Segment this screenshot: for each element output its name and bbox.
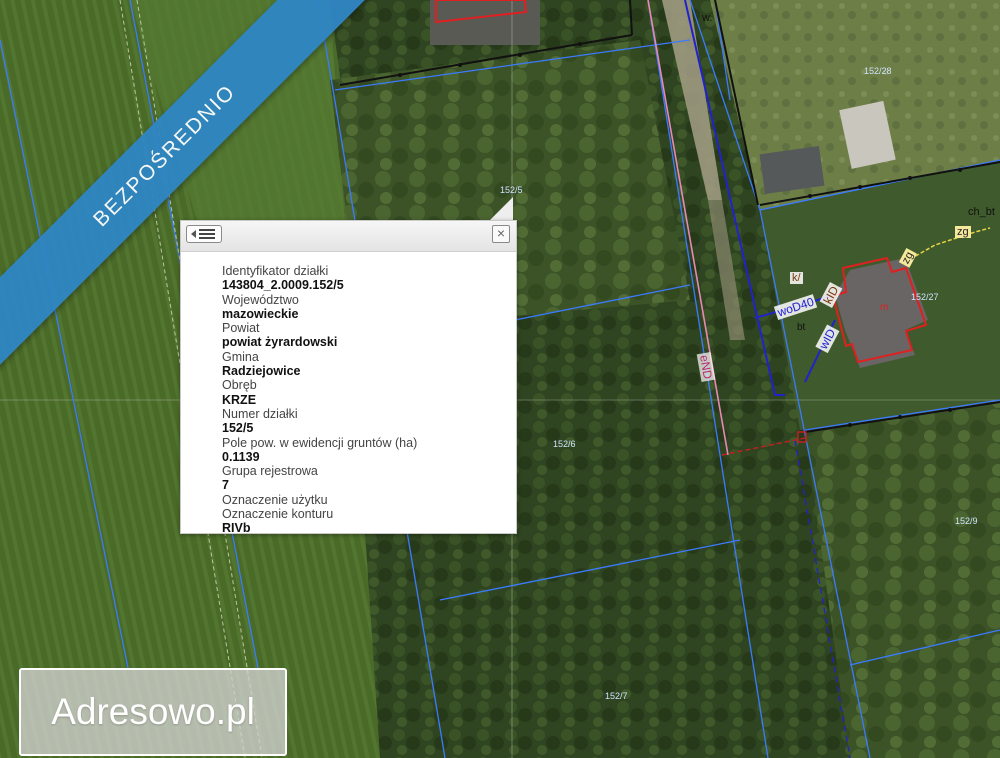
popup-body: Identyfikator działki 143804_2.0009.152/… <box>181 252 516 534</box>
parcel-label: 152/7 <box>605 691 628 701</box>
field-value: Radziejowice <box>222 364 301 379</box>
utility-label-ch-bt: ch_bt <box>968 206 995 218</box>
parcel-label: 152/6 <box>553 439 576 449</box>
field-value: 7 <box>222 478 229 493</box>
utility-label-zg: zg <box>955 226 971 238</box>
utility-label-bt: bt <box>797 322 806 333</box>
utility-label-kv: k/ <box>790 272 803 284</box>
field-label: Pole pow. w ewidencji gruntów (ha) <box>222 435 418 450</box>
field-value: 152/5 <box>222 421 254 436</box>
field-label: Gmina <box>222 349 259 364</box>
close-icon: × <box>496 225 506 241</box>
field-label: Obręb <box>222 378 257 393</box>
building-label-m: m <box>880 302 889 313</box>
popup-close-button[interactable]: × <box>492 225 510 243</box>
field-value: powiat żyrardowski <box>222 335 338 350</box>
field-value: mazowieckie <box>222 306 299 321</box>
popup-header: × <box>181 221 516 252</box>
field-label: Identyfikator działki <box>222 264 329 278</box>
parcel-label: 152/9 <box>955 516 978 526</box>
field-label: Numer działki <box>222 406 298 421</box>
field-value: RIVb <box>222 521 251 534</box>
field-label: Grupa rejestrowa <box>222 464 318 479</box>
popup-menu-button[interactable] <box>186 225 222 243</box>
brand-watermark[interactable]: Adresowo.pl <box>19 668 287 756</box>
parcel-label: 152/27 <box>911 292 939 302</box>
field-label: Powiat <box>222 321 260 336</box>
field-label: Oznaczenie konturu <box>222 507 334 522</box>
list-icon <box>199 229 215 239</box>
field-value: KRZE <box>222 392 257 407</box>
field-value: 143804_2.0009.152/5 <box>222 278 344 293</box>
parcel-label: 152/28 <box>864 66 892 76</box>
arrow-left-icon <box>191 230 196 238</box>
popup-pointer <box>489 197 513 221</box>
parcel-label: 152/5 <box>500 185 523 195</box>
field-value: 0.1139 <box>222 449 260 464</box>
garage-roof <box>759 146 825 194</box>
field-label: Oznaczenie użytku <box>222 492 328 507</box>
map-view[interactable]: 152/5 152/6 152/28 152/7 152/27 152/9 wo… <box>0 0 1000 758</box>
roof-north <box>430 0 540 45</box>
field-label: Województwo <box>222 292 299 307</box>
parcel-info-popup: × Identyfikator działki 143804_2.0009.15… <box>180 220 517 534</box>
brand-label: Adresowo.pl <box>51 691 255 732</box>
utility-label-w: w. <box>702 12 713 24</box>
